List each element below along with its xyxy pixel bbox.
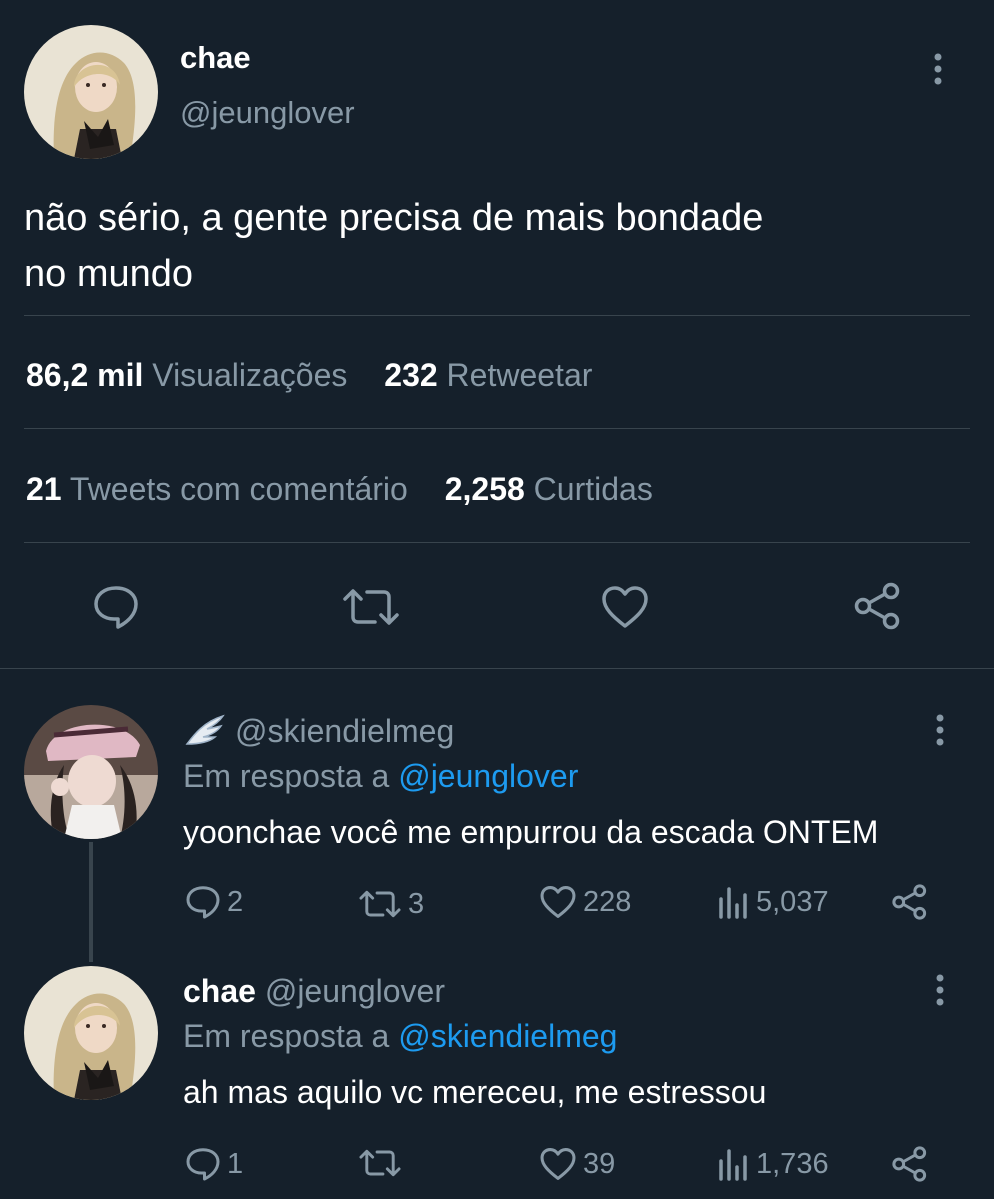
reply-2-reply-button[interactable]: 1: [185, 1146, 243, 1182]
share-icon: [892, 1146, 927, 1182]
reply-icon: [186, 886, 220, 919]
reply-1-views-count: 5,037: [756, 886, 829, 918]
share-icon: [854, 582, 900, 630]
reply-2-text: ah mas aquilo vc mereceu, me estressou: [183, 1074, 767, 1110]
tweet-text: não sério, a gente precisa de mais bonda…: [24, 190, 763, 302]
reply-1-reply-button[interactable]: 2: [185, 884, 243, 920]
share-button[interactable]: [853, 582, 903, 630]
reply-icon: [94, 586, 138, 629]
reply-1-context: Em resposta a @jeunglover: [183, 757, 578, 795]
stats-row-quotes-likes: 21 Tweets com comentário 2,258 Curtidas: [26, 469, 653, 509]
reply-2-like-button[interactable]: 39: [539, 1146, 615, 1182]
wing-icon: [183, 712, 227, 748]
reply-1-like-count: 228: [583, 886, 632, 918]
divider: [24, 542, 970, 543]
main-display-name[interactable]: chae: [180, 40, 251, 76]
reply-1-text: yoonchae você me empurrou da escada ONTE…: [183, 814, 879, 850]
share-icon: [892, 884, 927, 920]
reply-2-display-name[interactable]: chae: [183, 973, 256, 1009]
more-options-icon[interactable]: [933, 713, 947, 747]
reply-icon: [186, 1148, 220, 1181]
like-button[interactable]: [600, 584, 650, 630]
reply-1-handle[interactable]: @skiendielmeg: [235, 712, 454, 750]
retweets-count[interactable]: 232: [384, 357, 437, 393]
tweet-text-line-1: não sério, a gente precisa de mais bonda…: [24, 197, 764, 239]
more-options-icon[interactable]: [933, 973, 947, 1007]
retweet-icon: [359, 890, 401, 918]
views-icon: [719, 887, 747, 919]
views-count: 86,2 mil: [26, 357, 144, 393]
reply-2-share-button[interactable]: [891, 1146, 929, 1182]
reply-2-retweet-button[interactable]: [358, 1148, 408, 1178]
main-handle[interactable]: @jeunglover: [180, 95, 355, 131]
reply-prefix: Em resposta a: [183, 1018, 390, 1054]
more-options-icon[interactable]: [931, 52, 945, 86]
reply-2-handle[interactable]: @jeunglover: [265, 973, 445, 1009]
reply-1-share-button[interactable]: [891, 884, 929, 920]
quotes-label[interactable]: Tweets com comentário: [70, 471, 408, 507]
tweet-text-line-2: no mundo: [24, 253, 194, 295]
likes-count[interactable]: 2,258: [445, 471, 525, 507]
avatar-skiendielmeg[interactable]: [24, 705, 158, 839]
avatar-chae[interactable]: [24, 966, 158, 1100]
like-icon: [540, 886, 576, 918]
reply-2-views-button[interactable]: 1,736: [716, 1146, 829, 1182]
reply-2-views-count: 1,736: [756, 1148, 829, 1180]
thread-line: [89, 842, 93, 962]
retweet-icon: [359, 1149, 401, 1177]
reply-1-like-button[interactable]: 228: [539, 884, 631, 920]
reply-2-context: Em resposta a @skiendielmeg: [183, 1017, 617, 1055]
section-divider: [0, 668, 994, 669]
retweet-icon: [343, 589, 399, 625]
avatar-chae[interactable]: [24, 25, 158, 159]
divider: [24, 428, 970, 429]
views-label: Visualizações: [152, 357, 348, 393]
retweet-button[interactable]: [341, 587, 401, 627]
reply-button[interactable]: [92, 584, 140, 630]
reply-prefix: Em resposta a: [183, 758, 390, 794]
reply-to-link[interactable]: @skiendielmeg: [398, 1018, 617, 1054]
like-icon: [540, 1148, 576, 1180]
reply-1-reply-count: 2: [227, 886, 244, 918]
quotes-count[interactable]: 21: [26, 471, 62, 507]
likes-label[interactable]: Curtidas: [534, 471, 653, 507]
reply-2-like-count: 39: [583, 1148, 616, 1180]
stats-row-views-retweets: 86,2 mil Visualizações 232 Retweetar: [26, 355, 592, 395]
like-icon: [602, 586, 648, 628]
reply-to-link[interactable]: @jeunglover: [398, 758, 578, 794]
retweets-label[interactable]: Retweetar: [447, 357, 593, 393]
reply-2-reply-count: 1: [227, 1148, 244, 1180]
reply-1-retweet-count: 3: [408, 888, 425, 920]
divider: [24, 315, 970, 316]
reply-1-retweet-button[interactable]: 3: [358, 886, 424, 922]
reply-1-views-button[interactable]: 5,037: [716, 884, 829, 920]
reply-2-header: chae @jeunglover: [183, 972, 445, 1010]
views-icon: [719, 1149, 747, 1181]
